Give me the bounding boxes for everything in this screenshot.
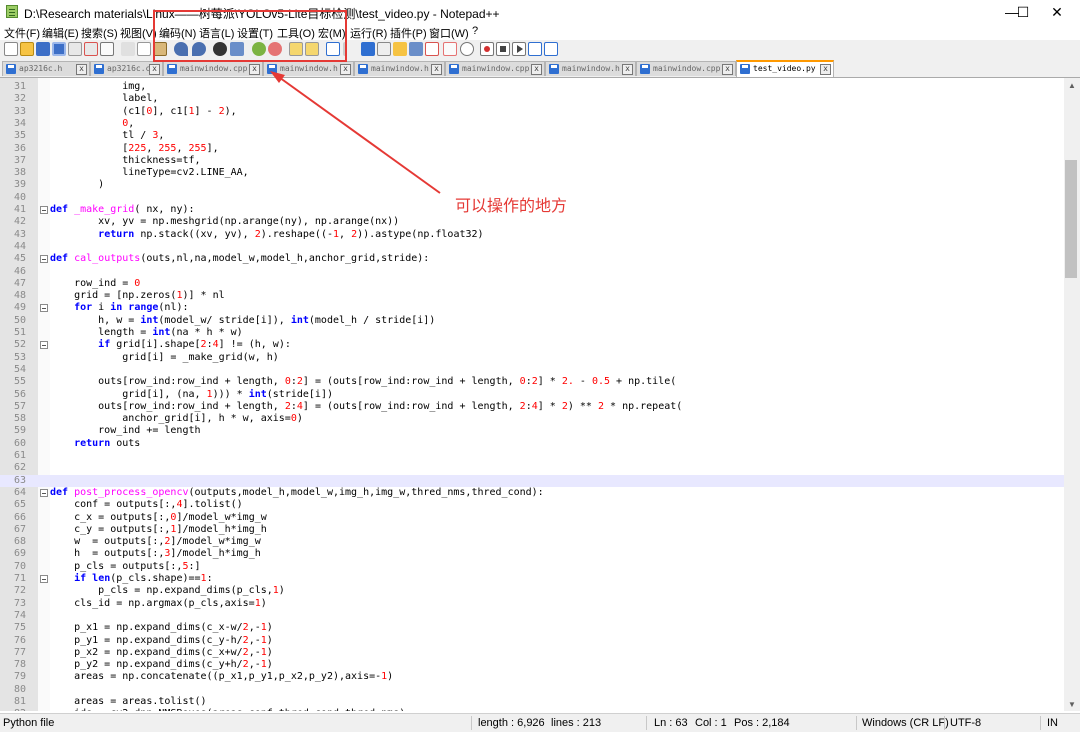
annotation-arrow-line <box>275 74 441 194</box>
annotation-label: 可以操作的地方 <box>455 196 568 215</box>
annotation-arrow-head <box>270 71 285 83</box>
annotation-arrow <box>270 71 441 194</box>
